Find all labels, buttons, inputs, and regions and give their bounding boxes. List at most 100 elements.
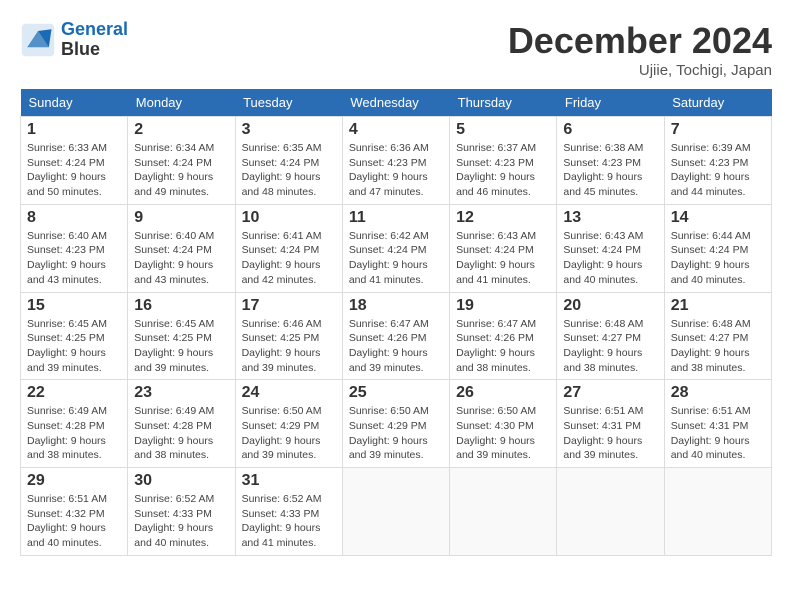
- day-number: 8: [27, 209, 121, 227]
- table-cell: 14 Sunrise: 6:44 AMSunset: 4:24 PMDayligh…: [664, 204, 771, 292]
- table-cell: 13 Sunrise: 6:43 AMSunset: 4:24 PMDayligh…: [557, 204, 664, 292]
- table-cell: [664, 468, 771, 556]
- day-number: 13: [563, 209, 657, 227]
- day-info: Sunrise: 6:47 AMSunset: 4:26 PMDaylight:…: [349, 317, 443, 376]
- day-number: 9: [134, 209, 228, 227]
- day-number: 30: [134, 472, 228, 490]
- col-saturday: Saturday: [664, 89, 771, 117]
- day-info: Sunrise: 6:40 AMSunset: 4:24 PMDaylight:…: [134, 229, 228, 288]
- day-info: Sunrise: 6:50 AMSunset: 4:29 PMDaylight:…: [349, 404, 443, 463]
- table-cell: 23Sunrise: 6:49 AMSunset: 4:28 PMDayligh…: [128, 380, 235, 468]
- table-cell: 5 Sunrise: 6:37 AMSunset: 4:23 PMDaylight…: [450, 117, 557, 205]
- day-number: 17: [242, 297, 336, 315]
- table-cell: 25 Sunrise: 6:50 AMSunset: 4:29 PMDayligh…: [342, 380, 449, 468]
- table-cell: 6 Sunrise: 6:38 AMSunset: 4:23 PMDaylight…: [557, 117, 664, 205]
- day-number: 11: [349, 209, 443, 227]
- day-info: Sunrise: 6:45 AMSunset: 4:25 PMDaylight:…: [27, 317, 121, 376]
- week-row-2: 8 Sunrise: 6:40 AMSunset: 4:23 PMDaylight…: [21, 204, 772, 292]
- header-row: Sunday Monday Tuesday Wednesday Thursday…: [21, 89, 772, 117]
- title-block: December 2024 Ujiie, Tochigi, Japan: [508, 20, 772, 79]
- table-cell: 24 Sunrise: 6:50 AMSunset: 4:29 PMDayligh…: [235, 380, 342, 468]
- location: Ujiie, Tochigi, Japan: [508, 62, 772, 79]
- table-cell: 11 Sunrise: 6:42 AMSunset: 4:24 PMDayligh…: [342, 204, 449, 292]
- day-info: Sunrise: 6:51 AMSunset: 4:31 PMDaylight:…: [563, 404, 657, 463]
- table-cell: 26 Sunrise: 6:50 AMSunset: 4:30 PMDayligh…: [450, 380, 557, 468]
- day-number: 12: [456, 209, 550, 227]
- day-number: 6: [563, 121, 657, 139]
- day-number: 28: [671, 384, 765, 402]
- page-header: General Blue December 2024 Ujiie, Tochig…: [20, 20, 772, 79]
- table-cell: [450, 468, 557, 556]
- table-cell: 28Sunrise: 6:51 AMSunset: 4:31 PMDayligh…: [664, 380, 771, 468]
- day-info: Sunrise: 6:36 AMSunset: 4:23 PMDaylight:…: [349, 141, 443, 200]
- logo-line2: Blue: [61, 40, 128, 60]
- day-info: Sunrise: 6:49 AMSunset: 4:28 PMDaylight:…: [27, 404, 121, 463]
- table-cell: 3Sunrise: 6:35 AMSunset: 4:24 PMDaylight…: [235, 117, 342, 205]
- day-number: 14: [671, 209, 765, 227]
- day-info: Sunrise: 6:44 AMSunset: 4:24 PMDaylight:…: [671, 229, 765, 288]
- day-number: 5: [456, 121, 550, 139]
- day-number: 4: [349, 121, 443, 139]
- table-cell: 1Sunrise: 6:33 AMSunset: 4:24 PMDaylight…: [21, 117, 128, 205]
- day-number: 25: [349, 384, 443, 402]
- day-info: Sunrise: 6:46 AMSunset: 4:25 PMDaylight:…: [242, 317, 336, 376]
- day-number: 19: [456, 297, 550, 315]
- day-number: 10: [242, 209, 336, 227]
- table-cell: 17 Sunrise: 6:46 AMSunset: 4:25 PMDayligh…: [235, 292, 342, 380]
- day-number: 2: [134, 121, 228, 139]
- day-info: Sunrise: 6:37 AMSunset: 4:23 PMDaylight:…: [456, 141, 550, 200]
- calendar-table: Sunday Monday Tuesday Wednesday Thursday…: [20, 89, 772, 556]
- day-info: Sunrise: 6:34 AMSunset: 4:24 PMDaylight:…: [134, 141, 228, 200]
- month-title: December 2024: [508, 20, 772, 62]
- table-cell: 20Sunrise: 6:48 AMSunset: 4:27 PMDayligh…: [557, 292, 664, 380]
- table-cell: 21 Sunrise: 6:48 AMSunset: 4:27 PMDayligh…: [664, 292, 771, 380]
- table-cell: 29Sunrise: 6:51 AMSunset: 4:32 PMDayligh…: [21, 468, 128, 556]
- week-row-1: 1Sunrise: 6:33 AMSunset: 4:24 PMDaylight…: [21, 117, 772, 205]
- table-cell: 2 Sunrise: 6:34 AMSunset: 4:24 PMDaylight…: [128, 117, 235, 205]
- day-number: 27: [563, 384, 657, 402]
- day-number: 31: [242, 472, 336, 490]
- day-number: 22: [27, 384, 121, 402]
- table-cell: [557, 468, 664, 556]
- day-number: 16: [134, 297, 228, 315]
- table-cell: 30 Sunrise: 6:52 AMSunset: 4:33 PMDayligh…: [128, 468, 235, 556]
- day-number: 23: [134, 384, 228, 402]
- day-info: Sunrise: 6:43 AMSunset: 4:24 PMDaylight:…: [563, 229, 657, 288]
- table-cell: 19 Sunrise: 6:47 AMSunset: 4:26 PMDayligh…: [450, 292, 557, 380]
- table-cell: 10 Sunrise: 6:41 AMSunset: 4:24 PMDayligh…: [235, 204, 342, 292]
- day-info: Sunrise: 6:52 AMSunset: 4:33 PMDaylight:…: [242, 492, 336, 551]
- table-cell: 12 Sunrise: 6:43 AMSunset: 4:24 PMDayligh…: [450, 204, 557, 292]
- table-cell: 4 Sunrise: 6:36 AMSunset: 4:23 PMDaylight…: [342, 117, 449, 205]
- week-row-5: 29Sunrise: 6:51 AMSunset: 4:32 PMDayligh…: [21, 468, 772, 556]
- day-number: 21: [671, 297, 765, 315]
- day-info: Sunrise: 6:50 AMSunset: 4:29 PMDaylight:…: [242, 404, 336, 463]
- table-cell: 9 Sunrise: 6:40 AMSunset: 4:24 PMDaylight…: [128, 204, 235, 292]
- day-number: 1: [27, 121, 121, 139]
- day-number: 7: [671, 121, 765, 139]
- day-info: Sunrise: 6:52 AMSunset: 4:33 PMDaylight:…: [134, 492, 228, 551]
- table-cell: 8 Sunrise: 6:40 AMSunset: 4:23 PMDaylight…: [21, 204, 128, 292]
- col-monday: Monday: [128, 89, 235, 117]
- col-wednesday: Wednesday: [342, 89, 449, 117]
- day-info: Sunrise: 6:41 AMSunset: 4:24 PMDaylight:…: [242, 229, 336, 288]
- day-number: 24: [242, 384, 336, 402]
- day-info: Sunrise: 6:48 AMSunset: 4:27 PMDaylight:…: [563, 317, 657, 376]
- day-info: Sunrise: 6:48 AMSunset: 4:27 PMDaylight:…: [671, 317, 765, 376]
- day-info: Sunrise: 6:40 AMSunset: 4:23 PMDaylight:…: [27, 229, 121, 288]
- day-info: Sunrise: 6:47 AMSunset: 4:26 PMDaylight:…: [456, 317, 550, 376]
- week-row-4: 22 Sunrise: 6:49 AMSunset: 4:28 PMDayligh…: [21, 380, 772, 468]
- day-number: 18: [349, 297, 443, 315]
- table-cell: [342, 468, 449, 556]
- table-cell: 18 Sunrise: 6:47 AMSunset: 4:26 PMDayligh…: [342, 292, 449, 380]
- table-cell: 27 Sunrise: 6:51 AMSunset: 4:31 PMDayligh…: [557, 380, 664, 468]
- day-number: 29: [27, 472, 121, 490]
- col-thursday: Thursday: [450, 89, 557, 117]
- day-info: Sunrise: 6:45 AMSunset: 4:25 PMDaylight:…: [134, 317, 228, 376]
- day-info: Sunrise: 6:38 AMSunset: 4:23 PMDaylight:…: [563, 141, 657, 200]
- table-cell: 22 Sunrise: 6:49 AMSunset: 4:28 PMDayligh…: [21, 380, 128, 468]
- table-cell: 15Sunrise: 6:45 AMSunset: 4:25 PMDayligh…: [21, 292, 128, 380]
- day-info: Sunrise: 6:42 AMSunset: 4:24 PMDaylight:…: [349, 229, 443, 288]
- day-info: Sunrise: 6:43 AMSunset: 4:24 PMDaylight:…: [456, 229, 550, 288]
- day-number: 26: [456, 384, 550, 402]
- day-info: Sunrise: 6:50 AMSunset: 4:30 PMDaylight:…: [456, 404, 550, 463]
